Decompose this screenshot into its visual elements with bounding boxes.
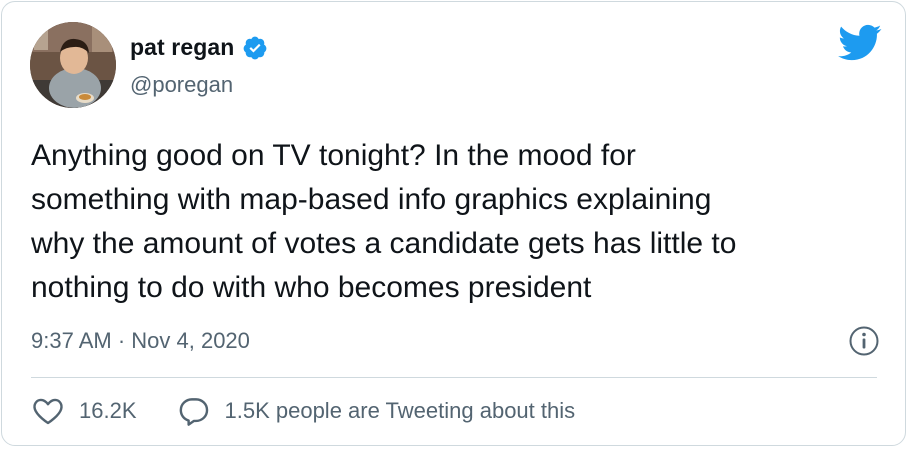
speech-bubble-icon	[179, 398, 208, 426]
verified-badge-icon	[244, 36, 267, 59]
avatar[interactable]	[30, 22, 116, 108]
author-name-row: pat regan	[130, 34, 268, 61]
like-count: 16.2K	[79, 398, 137, 423]
tweet-card[interactable]: pat regan @poregan Anything good on TV t…	[1, 1, 906, 446]
tweet-divider	[31, 377, 877, 378]
twitter-bird-icon[interactable]	[838, 24, 882, 62]
tweet-actions: 16.2K 1.5K people are Tweeting about thi…	[31, 394, 575, 428]
author-handle[interactable]: @poregan	[130, 72, 233, 98]
tweet-body-text: Anything good on TV tonight? In the mood…	[31, 139, 737, 304]
info-icon[interactable]	[848, 325, 880, 357]
author-display-name[interactable]: pat regan	[130, 34, 234, 61]
heart-icon	[33, 398, 63, 425]
like-button[interactable]: 16.2K	[31, 394, 137, 428]
conversation-count-label: 1.5K people are Tweeting about this	[224, 398, 576, 423]
tweet-timestamp[interactable]: 9:37 AM · Nov 4, 2020	[31, 328, 250, 354]
conversation-link[interactable]: 1.5K people are Tweeting about this	[177, 394, 576, 428]
